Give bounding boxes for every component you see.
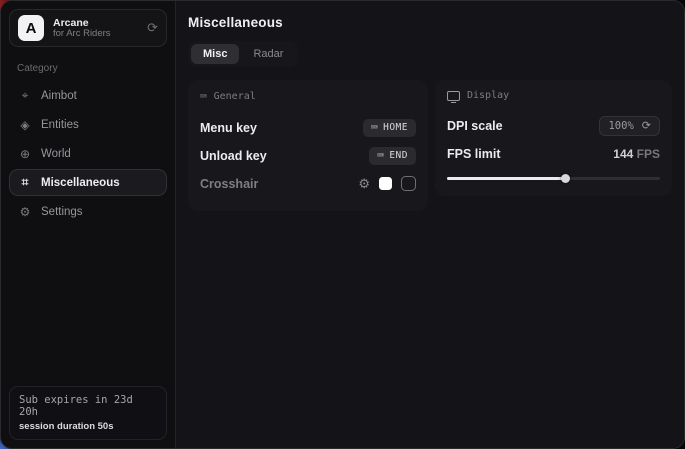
grid-icon: ⌗ [18, 175, 32, 190]
card-title: General [214, 91, 256, 102]
crosshair-label: Crosshair [200, 177, 258, 191]
fps-limit-row: FPS limit 144 FPS [447, 141, 660, 166]
sidebar-item-label: Aimbot [41, 90, 77, 102]
brand-subtitle: for Arc Riders [53, 29, 138, 40]
unload-key-label: Unload key [200, 149, 267, 163]
sidebar-item-miscellaneous[interactable]: ⌗ Miscellaneous [9, 169, 167, 196]
keyboard-icon: ⌨ [200, 90, 207, 103]
menu-key-bind-button[interactable]: ⌨ HOME [363, 119, 416, 137]
brand-card[interactable]: A Arcane for Arc Riders ⟳ [9, 9, 167, 47]
sidebar-item-aimbot[interactable]: ⌖ Aimbot [9, 82, 167, 109]
sidebar-item-label: Settings [41, 206, 83, 218]
gear-icon[interactable]: ⚙ [358, 176, 370, 192]
menu-key-label: Menu key [200, 121, 257, 135]
fps-limit-unit: FPS [637, 147, 660, 161]
brand-logo: A [18, 15, 44, 41]
fps-limit-slider[interactable] [447, 172, 660, 184]
sub-expiry-text: Sub expires in 23d 20h [19, 394, 157, 418]
session-duration-text: session duration 50s [19, 421, 157, 432]
page-title: Miscellaneous [188, 15, 672, 30]
dpi-scale-value: 100% [608, 120, 633, 132]
sidebar-item-label: Miscellaneous [41, 177, 120, 189]
display-card: Display DPI scale 100% ⟳ FPS limit 144 F… [435, 80, 672, 196]
sync-icon[interactable]: ⟳ [147, 20, 158, 36]
crosshair-icon: ⌖ [18, 88, 32, 103]
main-content: Miscellaneous Misc Radar ⌨ General Menu … [176, 1, 685, 448]
brand-name: Arcane [53, 17, 138, 29]
gear-icon: ⚙ [18, 205, 32, 219]
unload-key-value: END [389, 150, 408, 161]
slider-thumb[interactable] [561, 174, 570, 183]
crosshair-checkbox[interactable] [401, 176, 416, 191]
unload-key-bind-button[interactable]: ⌨ END [369, 147, 416, 165]
tab-misc[interactable]: Misc [191, 44, 239, 64]
dpi-scale-row: DPI scale 100% ⟳ [447, 113, 660, 138]
dpi-scale-control[interactable]: 100% ⟳ [599, 116, 660, 136]
card-title: Display [467, 90, 509, 101]
menu-key-row: Menu key ⌨ HOME [200, 115, 416, 140]
keyboard-icon: ⌨ [377, 149, 384, 162]
category-label: Category [17, 63, 167, 74]
subscription-info: Sub expires in 23d 20h session duration … [9, 386, 167, 440]
keyboard-icon: ⌨ [371, 121, 378, 134]
crosshair-color-swatch[interactable] [379, 177, 392, 190]
fps-limit-value: 144 [613, 147, 633, 161]
sidebar-item-label: Entities [41, 119, 79, 131]
sidebar-item-world[interactable]: ⊕ World [9, 140, 167, 167]
dpi-scale-label: DPI scale [447, 119, 503, 133]
slider-fill [447, 177, 565, 180]
unload-key-row: Unload key ⌨ END [200, 143, 416, 168]
general-card: ⌨ General Menu key ⌨ HOME Unload key ⌨ E… [188, 80, 428, 211]
tab-bar: Misc Radar [188, 41, 298, 67]
tab-radar[interactable]: Radar [241, 44, 295, 64]
refresh-icon[interactable]: ⟳ [642, 119, 651, 132]
sidebar-item-settings[interactable]: ⚙ Settings [9, 198, 167, 225]
crosshair-row: Crosshair ⚙ [200, 171, 416, 196]
app-window: A Arcane for Arc Riders ⟳ Category ⌖ Aim… [0, 0, 685, 449]
sidebar-item-label: World [41, 148, 71, 160]
menu-key-value: HOME [383, 122, 408, 133]
entities-icon: ◈ [18, 118, 32, 132]
monitor-icon [447, 91, 460, 101]
globe-icon: ⊕ [18, 147, 32, 161]
fps-limit-label: FPS limit [447, 147, 500, 161]
sidebar: A Arcane for Arc Riders ⟳ Category ⌖ Aim… [1, 1, 176, 448]
sidebar-item-entities[interactable]: ◈ Entities [9, 111, 167, 138]
